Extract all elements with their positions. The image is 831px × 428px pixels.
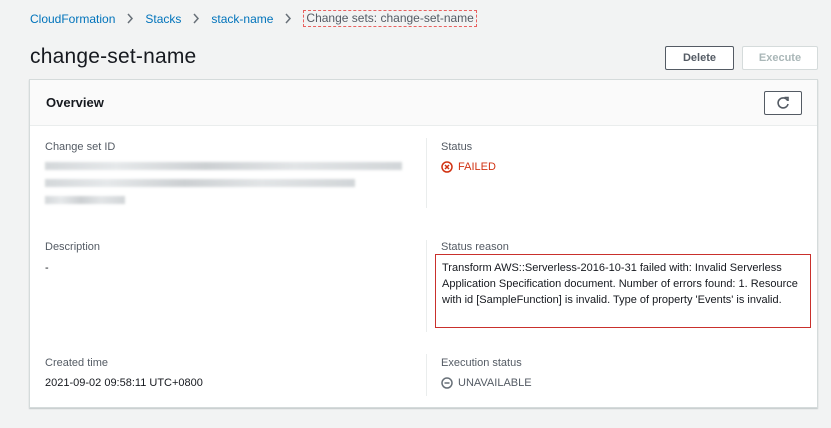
column-divider [426,354,427,396]
execute-button[interactable]: Execute [742,46,818,70]
breadcrumb-stacks[interactable]: Stacks [145,12,181,26]
breadcrumb-stack-name[interactable]: stack-name [211,12,273,26]
error-circle-icon [441,161,453,173]
status-value: FAILED [458,161,496,173]
overview-title: Overview [46,95,104,110]
created-time-label: Created time [45,357,108,369]
unavailable-circle-icon [441,377,453,389]
description-label: Description [45,241,101,253]
column-divider [426,138,427,208]
execution-status: UNAVAILABLE [441,377,532,389]
status-reason-value: Transform AWS::Serverless-2016-10-31 fai… [435,254,811,328]
overview-header: Overview [30,80,817,126]
created-time-value: 2021-09-02 09:58:11 UTC+0800 [45,377,203,389]
refresh-icon [777,96,789,109]
status-label: Status [441,141,473,153]
execution-status-value: UNAVAILABLE [458,377,532,389]
delete-button[interactable]: Delete [665,46,734,70]
breadcrumb: CloudFormation Stacks stack-name Change … [30,10,477,27]
breadcrumb-current: Change sets: change-set-name [303,10,477,27]
execution-status-label: Execution status [441,357,522,369]
chevron-right-icon [126,13,134,24]
status-reason-label: Status reason [441,241,509,253]
change-set-id-label: Change set ID [45,141,116,153]
description-value: - [45,262,49,274]
breadcrumb-cloudformation[interactable]: CloudFormation [30,12,115,26]
column-divider [426,240,427,332]
status-failed: FAILED [441,161,496,173]
chevron-right-icon [284,13,292,24]
refresh-button[interactable] [764,91,802,115]
page-title: change-set-name [30,45,197,68]
overview-panel: Overview Change set ID Status FAILED Des… [29,79,818,408]
chevron-right-icon [192,13,200,24]
